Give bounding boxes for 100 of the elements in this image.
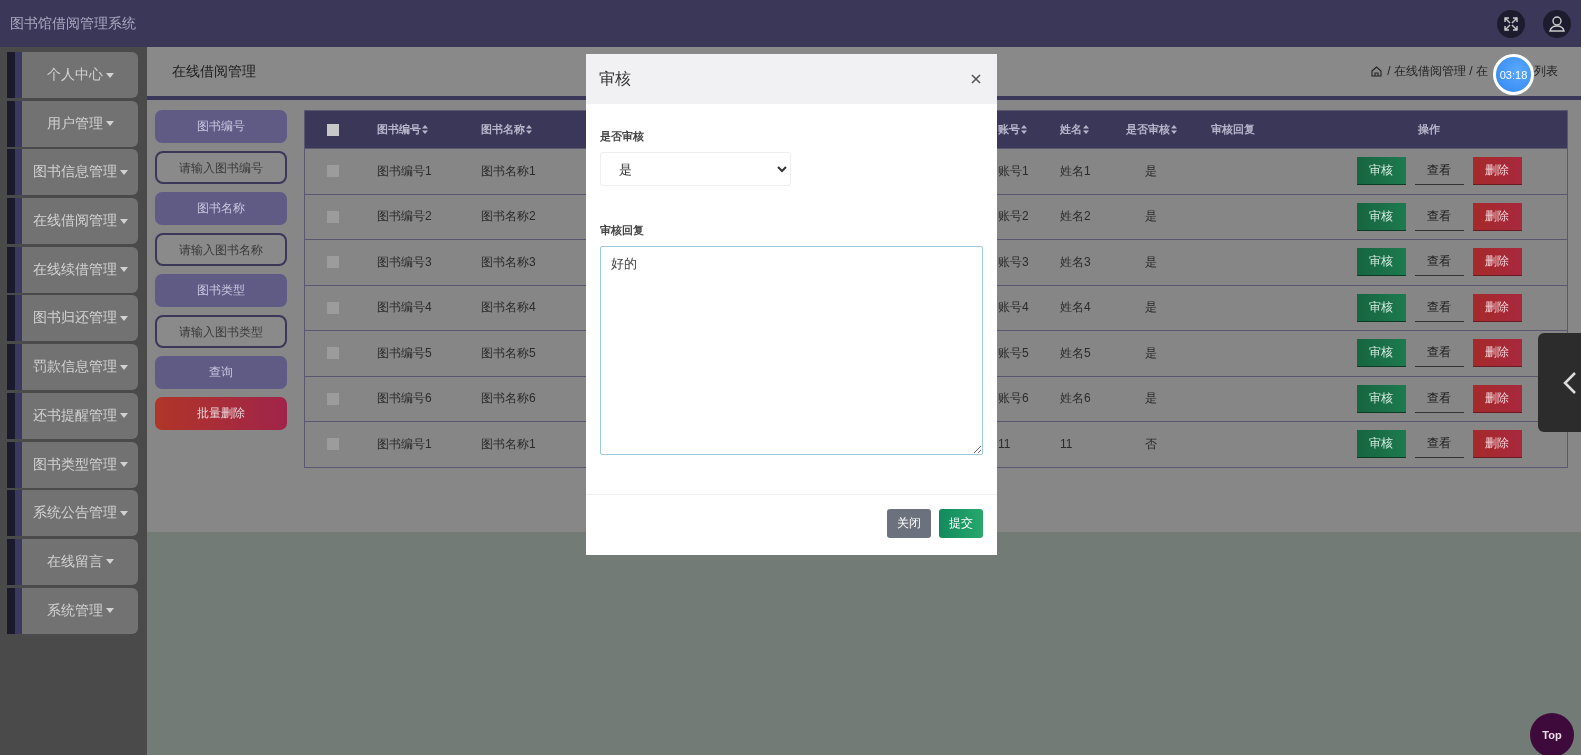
view-button[interactable]: 查看 (1414, 248, 1464, 277)
table-cell: 是 (1145, 344, 1157, 362)
home-icon[interactable] (1371, 66, 1383, 77)
caret-icon (119, 510, 128, 516)
search-field[interactable]: 请输入图书名称 (155, 233, 287, 266)
table-cell: 否 (1145, 435, 1157, 453)
user-icon[interactable] (1543, 9, 1571, 38)
query-button[interactable]: 查询 (155, 356, 287, 389)
table-cell: 姓名2 (1060, 208, 1091, 226)
sidebar-item[interactable]: 在线留言 (7, 538, 138, 585)
table-cell: 图书名称1 (481, 435, 536, 453)
table-cell: 图书名称2 (481, 208, 536, 226)
batch-delete-button[interactable]: 批量删除 (155, 397, 287, 430)
sidebar-item[interactable]: 个人中心 (7, 52, 138, 98)
table-cell: 是 (1145, 208, 1157, 226)
caret-icon (119, 218, 128, 224)
caret-icon (105, 608, 114, 614)
approve-button[interactable]: 审核 (1356, 202, 1406, 231)
caret-icon (105, 72, 114, 78)
sidebar-item[interactable]: 在线续借管理 (7, 246, 138, 293)
breadcrumb[interactable]: / 在线借阅管理 / 在 (1387, 63, 1488, 80)
table-cell: 图书名称5 (481, 344, 536, 362)
table-cell: 账号1 (998, 162, 1029, 180)
sidebar-item[interactable]: 用户管理 (7, 100, 138, 147)
sidebar-item[interactable]: 系统公告管理 (7, 490, 138, 537)
table-cell: 姓名5 (1060, 344, 1091, 362)
search-field[interactable]: 请输入图书编号 (155, 151, 287, 184)
table-cell: 账号6 (998, 390, 1029, 408)
delete-button[interactable]: 删除 (1472, 157, 1522, 186)
field-label: 图书类型 (155, 274, 287, 307)
view-button[interactable]: 查看 (1414, 157, 1464, 186)
column-header[interactable]: 是否审核 (1125, 122, 1177, 137)
column-header[interactable]: 账号 (998, 122, 1027, 137)
field-label: 图书编号 (155, 110, 287, 143)
select-all-checkbox[interactable] (327, 123, 339, 136)
fullscreen-icon[interactable] (1497, 9, 1525, 38)
approve-button[interactable]: 审核 (1356, 339, 1406, 368)
table-cell: 是 (1145, 162, 1157, 180)
caret-icon (119, 462, 128, 467)
reply-field[interactable]: 好的 (600, 246, 983, 455)
table-cell: 图书名称1 (481, 162, 536, 180)
delete-button[interactable]: 删除 (1472, 202, 1522, 231)
search-field[interactable]: 请输入图书类型 (155, 315, 287, 348)
table-cell: 是 (1145, 253, 1157, 271)
approve-button[interactable]: 审核 (1356, 157, 1406, 186)
table-cell: 图书编号1 (377, 162, 432, 180)
column-header: 操作 (1418, 122, 1440, 137)
table-cell: 姓名6 (1060, 390, 1091, 408)
table-cell: 图书名称6 (481, 390, 536, 408)
table-cell: 图书编号6 (377, 390, 432, 408)
delete-button[interactable]: 删除 (1472, 339, 1522, 368)
delete-button[interactable]: 删除 (1472, 248, 1522, 277)
caret-icon (119, 267, 128, 273)
sidebar-item[interactable]: 在线借阅管理 (7, 198, 138, 245)
table-cell: 账号5 (998, 344, 1029, 362)
audit-select[interactable]: 是 (600, 152, 791, 186)
close-dialog-button[interactable]: 关闭 (887, 509, 931, 538)
breadcrumb[interactable]: 列表 (1534, 63, 1558, 80)
view-button[interactable]: 查看 (1414, 339, 1464, 368)
approve-button[interactable]: 审核 (1356, 248, 1406, 277)
delete-button[interactable]: 删除 (1472, 293, 1522, 322)
approve-button[interactable]: 审核 (1356, 293, 1406, 322)
dialog-title: 审核 (599, 68, 631, 89)
table-cell: 姓名1 (1060, 162, 1091, 180)
table-cell: 11 (998, 437, 1011, 452)
caret-icon (119, 413, 128, 419)
delete-button[interactable]: 删除 (1472, 384, 1522, 413)
sidebar-item[interactable]: 还书提醒管理 (7, 392, 138, 439)
table-cell: 图书编号5 (377, 344, 432, 362)
submit-button[interactable]: 提交 (939, 509, 983, 538)
sidebar-item[interactable]: 系统管理 (7, 587, 138, 634)
table-cell: 图书名称3 (481, 253, 536, 271)
table-cell: 是 (1145, 390, 1157, 408)
sidebar-item[interactable]: 图书归还管理 (7, 295, 138, 342)
app-title: 图书馆借阅管理系统 (10, 14, 136, 33)
delete-button[interactable]: 删除 (1472, 430, 1522, 459)
page-title: 在线借阅管理 (172, 62, 256, 81)
column-header[interactable]: 图书编号 (377, 122, 428, 137)
caret-icon (119, 169, 128, 175)
approve-button[interactable]: 审核 (1356, 384, 1406, 413)
view-button[interactable]: 查看 (1414, 384, 1464, 413)
chevron-left-icon (1563, 371, 1577, 394)
table-cell: 是 (1145, 299, 1157, 317)
view-button[interactable]: 查看 (1414, 202, 1464, 231)
table-cell: 姓名4 (1060, 299, 1091, 317)
view-button[interactable]: 查看 (1414, 293, 1464, 322)
column-header[interactable]: 姓名 (1060, 122, 1089, 137)
table-cell: 姓名3 (1060, 253, 1091, 271)
close-button[interactable] (969, 72, 983, 86)
table-cell: 账号2 (998, 208, 1029, 226)
sidebar-item[interactable]: 罚款信息管理 (7, 344, 138, 391)
approve-button[interactable]: 审核 (1356, 430, 1406, 459)
sidebar-item[interactable]: 图书类型管理 (7, 441, 138, 488)
view-button[interactable]: 查看 (1414, 430, 1464, 459)
column-header: 审核回复 (1211, 122, 1255, 137)
side-panel-toggle[interactable] (1538, 333, 1581, 432)
sidebar-item[interactable]: 图书信息管理 (7, 149, 138, 196)
field-label: 是否审核 (600, 129, 645, 144)
column-header[interactable]: 图书名称 (481, 122, 532, 137)
caret-icon (119, 364, 128, 370)
